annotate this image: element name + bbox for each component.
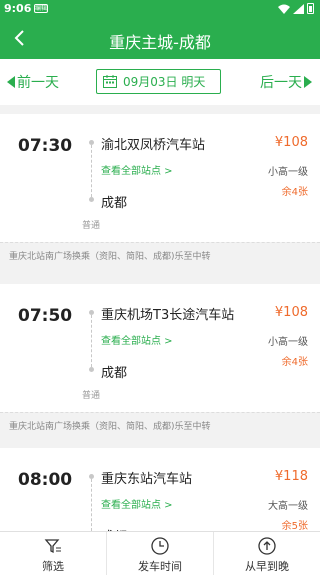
view-stops-link[interactable]: 查看全部站点 > <box>101 332 173 347</box>
from-station: 重庆东站汽车站 <box>101 472 193 487</box>
destination-dot <box>89 197 94 202</box>
price: ¥118 <box>274 469 308 484</box>
sort-tab[interactable]: 从早到晚 <box>214 532 320 575</box>
departure-time: 07:30 <box>18 136 73 156</box>
departure-time-label: 发车时间 <box>138 560 182 573</box>
bus-type: 小高一级 <box>268 167 308 178</box>
departure-time-tab[interactable]: 发车时间 <box>107 532 214 575</box>
schedule-card[interactable]: 07:50 重庆机场T3长途汽车站 查看全部站点 > 成都 普通 ¥108 小高… <box>0 284 320 412</box>
sort-label: 从早到晚 <box>245 560 289 573</box>
clock-icon <box>151 537 169 555</box>
prev-arrow-icon <box>7 76 15 88</box>
to-station: 成都 <box>101 196 128 211</box>
view-stops-link[interactable]: 查看全部站点 > <box>101 162 173 177</box>
page-title: 重庆主城-成都 <box>109 33 211 52</box>
seats-left: 余4张 <box>281 187 308 198</box>
date-picker[interactable]: 09月03日 明天 <box>96 69 221 94</box>
status-icons <box>278 3 314 14</box>
wifi-icon <box>278 4 290 14</box>
battery-icon <box>307 3 314 14</box>
view-stops-link[interactable]: 查看全部站点 > <box>101 496 173 511</box>
prev-day-button[interactable]: 前一天 <box>7 72 59 92</box>
to-station: 成都 <box>101 366 128 381</box>
date-bar: 前一天 09月03日 明天 后一天 <box>0 59 320 105</box>
from-station: 重庆机场T3长途汽车站 <box>101 308 235 323</box>
next-arrow-icon <box>304 76 312 88</box>
bus-class: 普通 <box>82 221 101 231</box>
filter-label: 筛选 <box>42 560 64 573</box>
bus-type: 小高一级 <box>268 337 308 348</box>
next-day-label: 后一天 <box>260 75 302 91</box>
header: 9:06 编辑 重庆主城-成都 <box>0 0 320 59</box>
filter-tab[interactable]: 筛选 <box>0 532 107 575</box>
status-badge: 编辑 <box>34 4 48 13</box>
title-bar: 重庆主城-成都 <box>0 18 320 59</box>
from-station: 渝北双凤桥汽车站 <box>101 138 206 153</box>
next-day-button[interactable]: 后一天 <box>260 72 312 92</box>
bus-class: 普通 <box>82 391 101 401</box>
status-time: 9:06 <box>4 2 32 15</box>
date-text: 09月03日 明天 <box>123 75 206 89</box>
route-line <box>91 479 92 531</box>
schedule-card[interactable]: 07:30 渝北双凤桥汽车站 查看全部站点 > 成都 普通 ¥108 小高一级 … <box>0 114 320 242</box>
bus-type: 大高一级 <box>268 501 308 512</box>
seats-left: 余5张 <box>281 521 308 531</box>
transfer-notice: 重庆北站南广场换乘（资阳、简阳、成都)乐至中转 <box>0 412 320 440</box>
price: ¥108 <box>274 305 308 320</box>
route-line <box>91 145 92 197</box>
departure-time: 08:00 <box>18 470 73 490</box>
seats-left: 余4张 <box>281 357 308 368</box>
route-line <box>91 315 92 367</box>
price: ¥108 <box>274 135 308 150</box>
departure-time: 07:50 <box>18 306 73 326</box>
sort-time-icon <box>258 537 276 555</box>
schedule-card[interactable]: 08:00 重庆东站汽车站 查看全部站点 > 成都 ¥118 大高一级 余5张 <box>0 448 320 531</box>
destination-dot <box>89 367 94 372</box>
bottom-toolbar: 筛选 发车时间 从早到晚 <box>0 531 320 575</box>
calendar-icon <box>103 75 117 88</box>
prev-day-label: 前一天 <box>17 75 59 91</box>
status-bar: 9:06 编辑 <box>0 0 320 18</box>
transfer-notice: 重庆北站南广场换乘（资阳、简阳、成都)乐至中转 <box>0 242 320 270</box>
signal-icon <box>293 3 304 14</box>
filter-icon <box>44 539 61 554</box>
